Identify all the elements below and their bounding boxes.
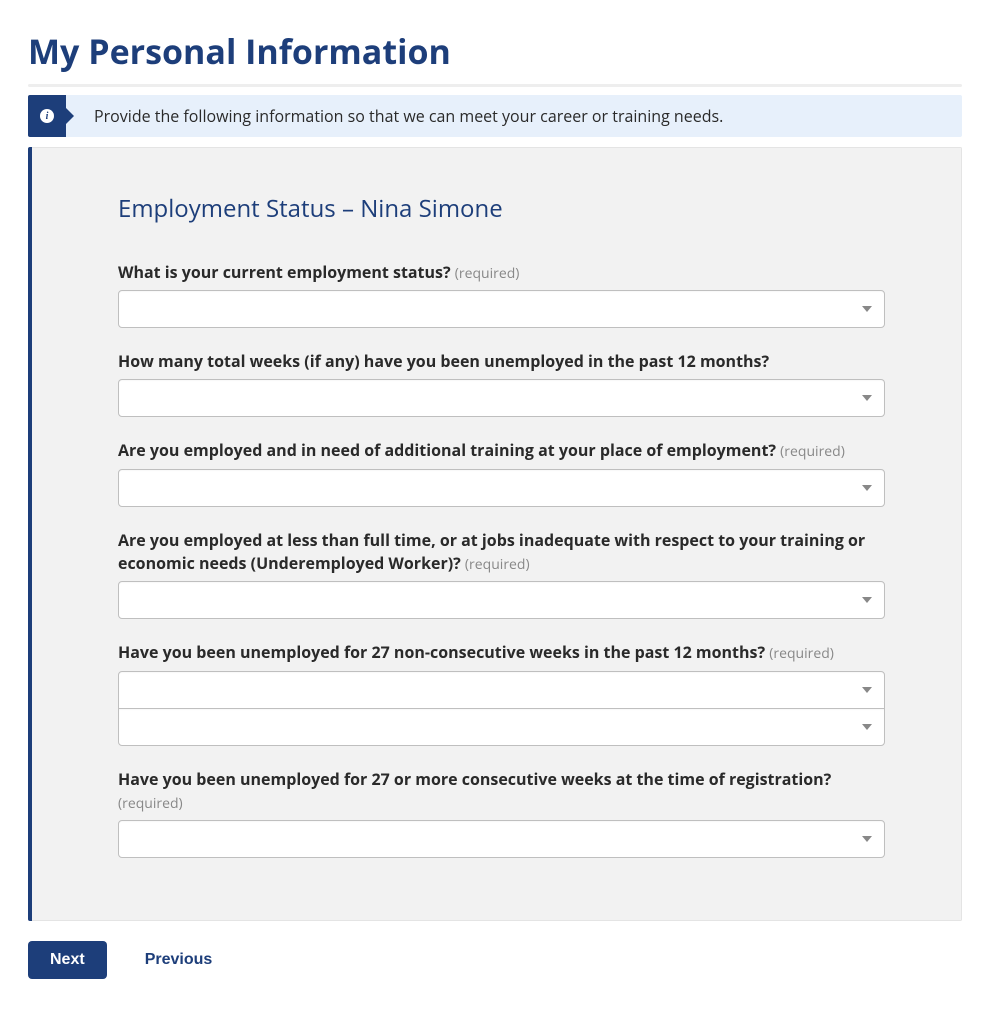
chevron-down-icon [862,724,872,730]
info-message: Provide the following information so tha… [66,95,962,137]
field-underemployed: Are you employed at less than full time,… [118,529,885,619]
label-text: What is your current employment status? [118,261,451,283]
required-marker: (required) [780,442,845,461]
label-text: Have you been unemployed for 27 or more … [118,768,831,790]
field-label: Are you employed at less than full time,… [118,529,885,575]
weeks-unemployed-select[interactable] [118,379,885,417]
form-panel: Employment Status – Nina Simone What is … [32,147,962,921]
27-consecutive-select[interactable] [118,820,885,858]
field-27-nonconsecutive: Have you been unemployed for 27 non-cons… [118,641,885,745]
page-title: My Personal Information [28,28,962,74]
field-weeks-unemployed: How many total weeks (if any) have you b… [118,350,885,417]
next-button[interactable]: Next [28,941,107,979]
need-training-select[interactable] [118,469,885,507]
info-icon: i [28,95,66,137]
field-label: How many total weeks (if any) have you b… [118,350,885,373]
label-text: Are you employed and in need of addition… [118,439,776,461]
field-need-training: Are you employed and in need of addition… [118,439,885,506]
label-text: How many total weeks (if any) have you b… [118,350,769,372]
field-label: What is your current employment status? … [118,261,885,284]
27-nonconsecutive-select-1[interactable] [118,671,885,709]
required-marker: (required) [455,264,520,283]
required-marker: (required) [769,644,834,663]
field-label: Are you employed and in need of addition… [118,439,885,462]
previous-button[interactable]: Previous [123,941,235,979]
button-row: Next Previous [28,941,962,979]
field-27-consecutive: Have you been unemployed for 27 or more … [118,768,885,858]
field-employment-status: What is your current employment status? … [118,261,885,328]
field-label: Have you been unemployed for 27 or more … [118,768,885,814]
employment-status-select[interactable] [118,290,885,328]
required-marker: (required) [465,555,530,574]
chevron-down-icon [862,836,872,842]
chevron-down-icon [862,395,872,401]
divider [28,84,962,87]
chevron-down-icon [862,687,872,693]
chevron-down-icon [862,485,872,491]
underemployed-select[interactable] [118,581,885,619]
label-text: Have you been unemployed for 27 non-cons… [118,641,765,663]
field-label: Have you been unemployed for 27 non-cons… [118,641,885,664]
section-title: Employment Status – Nina Simone [118,192,885,225]
required-marker: (required) [118,794,183,813]
27-nonconsecutive-select-2[interactable] [118,708,885,746]
chevron-down-icon [862,306,872,312]
chevron-down-icon [862,597,872,603]
info-banner: i Provide the following information so t… [28,95,962,137]
